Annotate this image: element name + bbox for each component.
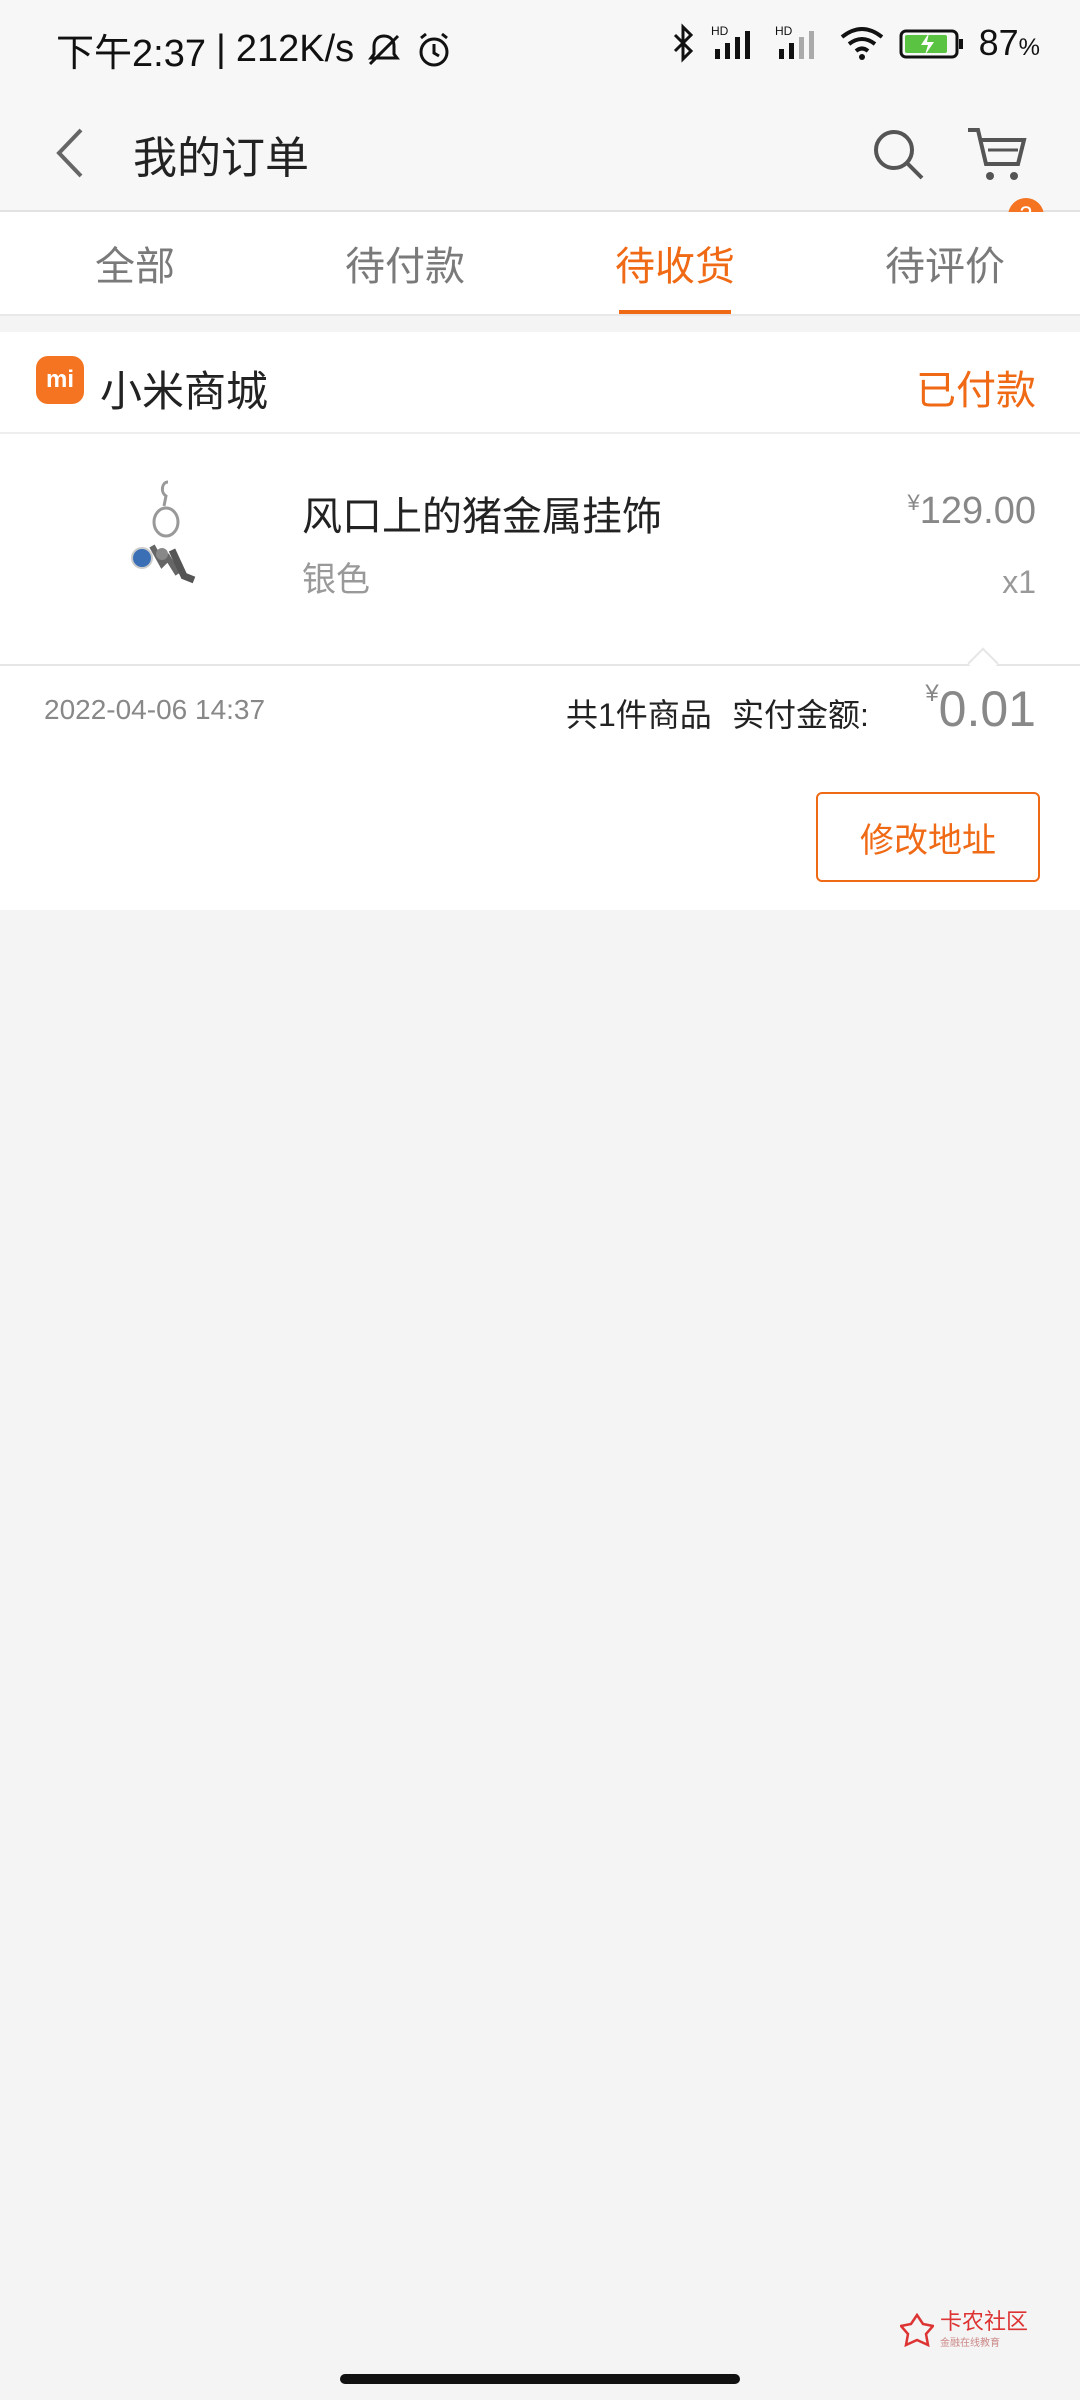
watermark-subtext: 金融在线教育	[940, 2338, 1000, 2349]
wifi-icon	[839, 23, 885, 63]
chevron-left-icon	[56, 128, 83, 178]
product-spec: 银色	[302, 561, 370, 599]
status-time: 下午2:37	[56, 33, 206, 75]
product-price: ¥129.00	[907, 490, 1036, 532]
search-button[interactable]	[858, 114, 938, 194]
paid-amount-label: 实付金额:	[732, 697, 869, 733]
back-button[interactable]	[40, 118, 100, 188]
cart-icon	[968, 128, 1027, 180]
shop-row: mi 小米商城 已付款	[0, 332, 1080, 434]
cart-button[interactable]	[958, 114, 1038, 194]
tab-all[interactable]: 全部	[0, 212, 270, 314]
watermark-logo-icon	[900, 2312, 934, 2347]
item-count: 共1件商品	[566, 697, 712, 733]
status-bar: 下午2:37 | 212K/s HD HD 87%	[0, 0, 1080, 100]
watermark: 卡农社区 金融在线教育	[900, 2310, 1028, 2349]
home-indicator[interactable]	[340, 2374, 740, 2384]
notification-off-icon	[364, 30, 404, 70]
signal-icon-2: HD	[775, 23, 825, 63]
product-name: 风口上的猪金属挂饰	[302, 495, 662, 539]
tab-pending-receipt[interactable]: 待收货	[540, 212, 810, 314]
order-card[interactable]: mi 小米商城 已付款 风口上的猪金属挂饰 银色 ¥129.00 x1 2022…	[0, 332, 1080, 910]
paid-amount: ¥0.01	[925, 680, 1036, 737]
hd2-label: HD	[775, 24, 793, 38]
order-tabs: 全部 待付款 待收货 待评价	[0, 212, 1080, 316]
signal-icon-1: HD	[711, 23, 761, 63]
order-item[interactable]: 风口上的猪金属挂饰 银色 ¥129.00 x1	[0, 434, 1080, 666]
tab-pending-payment[interactable]: 待付款	[270, 212, 540, 314]
modify-address-button[interactable]: 修改地址	[816, 792, 1040, 882]
tab-pending-review[interactable]: 待评价	[810, 212, 1080, 314]
status-right: HD HD 87%	[671, 22, 1040, 64]
battery-percent: 87%	[978, 22, 1040, 63]
mi-logo-icon: mi	[36, 356, 84, 404]
page-title: 我的订单	[133, 134, 309, 183]
watermark-text: 卡农社区	[940, 2309, 1029, 2334]
product-quantity: x1	[1002, 564, 1036, 600]
status-left: 下午2:37 | 212K/s	[56, 22, 454, 77]
order-time: 2022-04-06 14:37	[44, 694, 266, 725]
battery-icon	[899, 23, 965, 63]
status-network-speed: 212K/s	[235, 28, 355, 70]
shop-name: 小米商城	[100, 368, 269, 415]
order-status: 已付款	[916, 369, 1036, 413]
alarm-icon	[414, 30, 454, 70]
bluetooth-icon	[671, 23, 697, 63]
product-thumbnail	[112, 476, 232, 616]
search-icon	[874, 130, 924, 180]
status-separator: |	[215, 28, 226, 70]
app-header: 我的订单 3	[0, 100, 1080, 234]
hd1-label: HD	[711, 24, 729, 38]
